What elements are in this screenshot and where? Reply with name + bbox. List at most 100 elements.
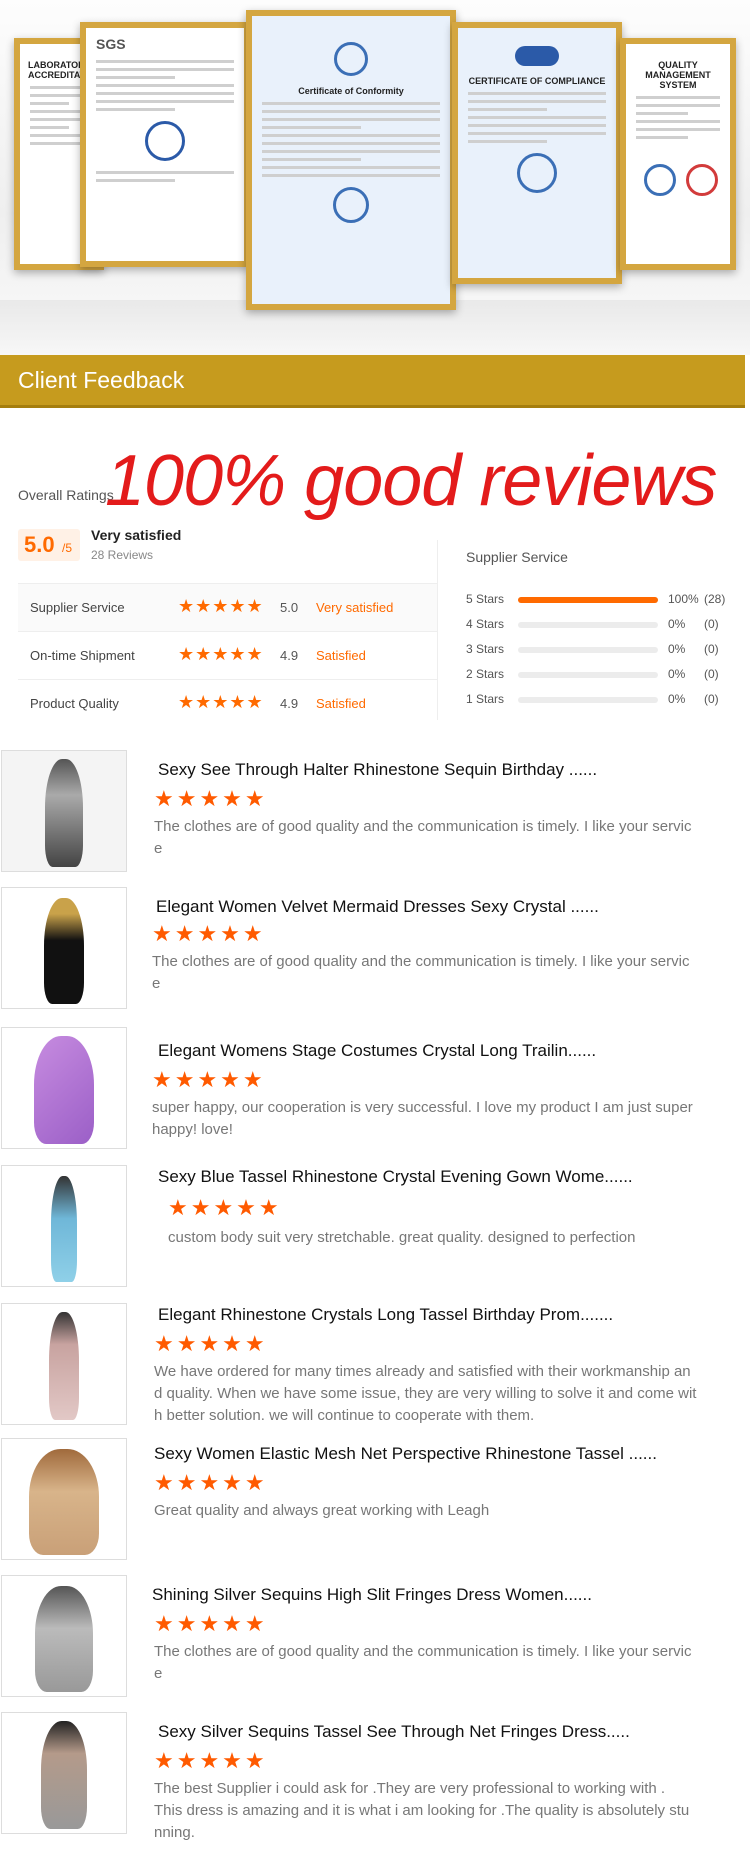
metric-rating-text: Satisfied	[316, 696, 366, 711]
score-badge: 5.0 /5	[18, 529, 80, 561]
metrics-table: Supplier Service ★★★★★ 5.0 Very satisfie…	[18, 583, 438, 727]
distribution-percent: 0%	[668, 667, 686, 681]
headline: 100% good reviews	[105, 441, 717, 521]
review-text: The clothes are of good quality and the …	[154, 1643, 692, 1682]
metric-row: On-time Shipment ★★★★★ 4.9 Satisfied	[18, 631, 438, 679]
metric-label: On-time Shipment	[30, 648, 135, 663]
seal-icon	[333, 187, 369, 223]
distribution-row: 1 Stars 0% (0)	[466, 690, 736, 715]
review-text: super happy, our cooperation is very suc…	[152, 1099, 693, 1138]
review-product-title[interactable]: Elegant Women Velvet Mermaid Dresses Sex…	[156, 897, 599, 917]
product-thumbnail[interactable]	[1, 887, 127, 1009]
distribution-percent: 0%	[668, 692, 686, 706]
certificate-compliance: CERTIFICATE OF COMPLIANCE	[452, 22, 622, 284]
review-text: Great quality and always great working w…	[154, 1502, 490, 1519]
distribution-count: (0)	[704, 667, 719, 681]
ebo-logo-icon	[515, 46, 559, 66]
metric-label: Supplier Service	[30, 600, 125, 615]
certificate-title: QUALITY MANAGEMENT SYSTEM	[645, 60, 711, 90]
star-rating-icon: ★★★★★	[154, 1748, 268, 1773]
star-rating-icon: ★★★★★	[178, 644, 264, 664]
metric-rating-text: Satisfied	[316, 648, 366, 663]
distribution-count: (0)	[704, 617, 719, 631]
star-rating-icon: ★★★★★	[154, 1331, 268, 1356]
review-text: The best Supplier i could ask for .They …	[154, 1780, 690, 1841]
product-thumbnail[interactable]	[1, 1165, 127, 1287]
review-product-title[interactable]: Shining Silver Sequins High Slit Fringes…	[152, 1585, 592, 1605]
distribution-row: 4 Stars 0% (0)	[466, 615, 736, 640]
distribution-label: 5 Stars	[466, 592, 505, 606]
metric-row: Product Quality ★★★★★ 4.9 Satisfied	[18, 679, 438, 727]
section-title: Client Feedback	[18, 367, 185, 393]
certificate-qms: QUALITY MANAGEMENT SYSTEM	[620, 38, 736, 270]
product-thumbnail[interactable]	[1, 1027, 127, 1149]
product-thumbnail[interactable]	[1, 1303, 127, 1425]
distribution-count: (0)	[704, 692, 719, 706]
distribution-row: 3 Stars 0% (0)	[466, 640, 736, 665]
metric-label: Product Quality	[30, 696, 119, 711]
rating-distribution: 5 Stars 100% (28) 4 Stars 0% (0) 3 Stars…	[466, 590, 736, 715]
seal-icon	[644, 164, 676, 196]
review-product-title[interactable]: Sexy Blue Tassel Rhinestone Crystal Even…	[158, 1167, 633, 1187]
distribution-bar	[518, 697, 658, 703]
distribution-label: 1 Stars	[466, 692, 505, 706]
score-suffix: /5	[62, 541, 73, 555]
distribution-percent: 0%	[668, 617, 686, 631]
review-text: The clothes are of good quality and the …	[154, 818, 692, 857]
star-rating-icon: ★★★★★	[154, 1470, 268, 1495]
star-rating-icon: ★★★★★	[178, 596, 264, 616]
metric-value: 5.0	[280, 600, 299, 615]
star-rating-icon: ★★★★★	[152, 921, 266, 946]
star-rating-icon: ★★★★★	[154, 1611, 268, 1636]
metric-value: 4.9	[280, 648, 299, 663]
star-rating-icon: ★★★★★	[168, 1195, 282, 1220]
product-thumbnail[interactable]	[1, 1712, 127, 1834]
distribution-label: 2 Stars	[466, 667, 505, 681]
review-product-title[interactable]: Elegant Womens Stage Costumes Crystal Lo…	[158, 1041, 596, 1061]
distribution-bar	[518, 647, 658, 653]
review-product-title[interactable]: Sexy Women Elastic Mesh Net Perspective …	[154, 1444, 657, 1464]
review-count[interactable]: 28 Reviews	[91, 548, 153, 562]
star-rating-icon: ★★★★★	[178, 692, 264, 712]
distribution-count: (28)	[704, 592, 726, 606]
distribution-label: 3 Stars	[466, 642, 505, 656]
certificate-title: CERTIFICATE OF COMPLIANCE	[468, 76, 606, 86]
score-value: 5.0	[24, 532, 55, 557]
review-product-title[interactable]: Sexy See Through Halter Rhinestone Sequi…	[158, 760, 597, 780]
distribution-bar	[518, 597, 658, 603]
distribution-bar	[518, 672, 658, 678]
section-header: Client Feedback	[0, 355, 745, 408]
overall-summary: Very satisfied	[91, 527, 182, 543]
distribution-title: Supplier Service	[466, 549, 568, 565]
review-text: We have ordered for many times already a…	[154, 1363, 697, 1424]
distribution-label: 4 Stars	[466, 617, 505, 631]
star-rating-icon: ★★★★★	[154, 786, 268, 811]
seal-icon	[145, 121, 185, 161]
metric-row: Supplier Service ★★★★★ 5.0 Very satisfie…	[18, 583, 438, 631]
divider	[437, 540, 438, 720]
distribution-bar-fill	[518, 597, 658, 603]
distribution-row: 2 Stars 0% (0)	[466, 665, 736, 690]
seal-icon	[686, 164, 719, 196]
certificate-conformity: Certificate of Conformity	[246, 10, 456, 310]
product-thumbnail[interactable]	[1, 750, 127, 872]
seal-icon	[334, 42, 368, 76]
product-thumbnail[interactable]	[1, 1575, 127, 1697]
distribution-percent: 0%	[668, 642, 686, 656]
metric-rating-text: Very satisfied	[316, 600, 394, 615]
review-text: custom body suit very stretchable. great…	[168, 1229, 636, 1246]
seal-icon	[517, 153, 557, 193]
certificate-title: SGS	[96, 36, 126, 52]
review-product-title[interactable]: Elegant Rhinestone Crystals Long Tassel …	[158, 1305, 613, 1325]
review-product-title[interactable]: Sexy Silver Sequins Tassel See Through N…	[158, 1722, 630, 1742]
star-rating-icon: ★★★★★	[152, 1067, 266, 1092]
distribution-row: 5 Stars 100% (28)	[466, 590, 736, 615]
certificate-sgs: SGS	[80, 22, 250, 267]
distribution-percent: 100%	[668, 592, 699, 606]
review-text: The clothes are of good quality and the …	[152, 953, 690, 992]
certificates-banner: LABORATORY ACCREDITATION SGS Certificate…	[0, 0, 750, 355]
certificate-title: Certificate of Conformity	[298, 86, 404, 96]
product-thumbnail[interactable]	[1, 1438, 127, 1560]
metric-value: 4.9	[280, 696, 299, 711]
overall-ratings-label: Overall Ratings	[18, 487, 114, 503]
